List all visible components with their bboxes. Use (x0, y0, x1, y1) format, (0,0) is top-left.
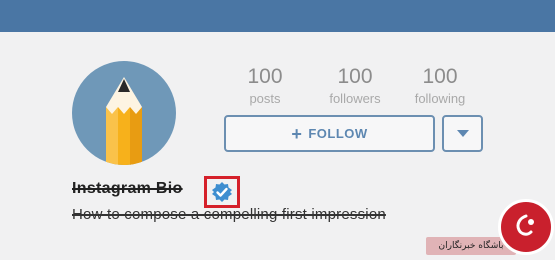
pencil-icon (106, 77, 142, 165)
verified-badge-icon (212, 182, 232, 202)
following-label: following (414, 91, 466, 106)
stat-following[interactable]: 100 following (395, 65, 485, 107)
options-dropdown-button[interactable] (442, 115, 483, 152)
top-header-bar (0, 0, 555, 32)
caret-down-icon (456, 129, 469, 137)
news-agency-watermark: باشگاه خبرنگاران (422, 197, 555, 260)
profile-name: Instagram Bio (72, 180, 183, 197)
stat-posts[interactable]: 100 posts (220, 65, 310, 107)
watermark-logo-icon (498, 199, 554, 255)
followers-count: 100 (337, 65, 373, 88)
profile-bio: How to compose a compelling first impres… (72, 206, 386, 223)
verified-highlight-box (204, 176, 240, 208)
plus-icon: + (291, 123, 303, 144)
follow-button-label: FOLLOW (308, 126, 368, 141)
profile-avatar[interactable] (72, 61, 176, 165)
following-count: 100 (422, 65, 458, 88)
follow-button[interactable]: + FOLLOW (224, 115, 435, 152)
posts-count: 100 (247, 65, 283, 88)
posts-label: posts (249, 91, 281, 106)
stat-followers[interactable]: 100 followers (310, 65, 400, 107)
followers-label: followers (329, 91, 381, 106)
